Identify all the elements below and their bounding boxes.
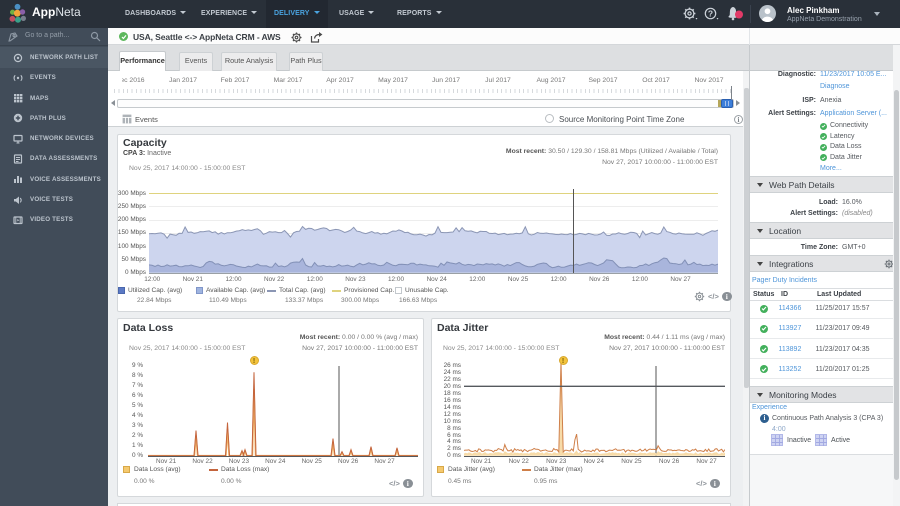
svg-text:?: ?	[708, 8, 713, 18]
